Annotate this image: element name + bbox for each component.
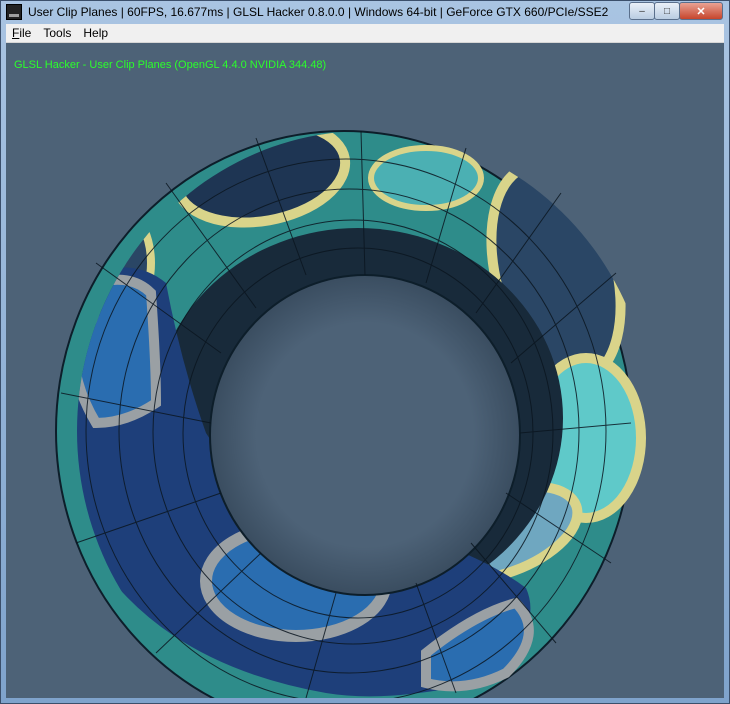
- close-button[interactable]: ✕: [679, 2, 723, 20]
- application-window: User Clip Planes | 60FPS, 16.677ms | GLS…: [0, 0, 730, 704]
- overlay-caption: GLSL Hacker - User Clip Planes (OpenGL 4…: [14, 59, 327, 71]
- window-controls: – □ ✕: [629, 2, 723, 20]
- menu-file[interactable]: File: [6, 26, 37, 40]
- window-title: User Clip Planes | 60FPS, 16.677ms | GLS…: [28, 5, 609, 19]
- torus-render: [55, 130, 646, 698]
- app-icon: [6, 4, 22, 20]
- torus-hole: [209, 274, 521, 596]
- maximize-button[interactable]: □: [654, 2, 680, 20]
- render-viewport[interactable]: GLSL Hacker - User Clip Planes (OpenGL 4…: [6, 43, 724, 698]
- title-bar[interactable]: User Clip Planes | 60FPS, 16.677ms | GLS…: [1, 1, 729, 23]
- menu-tools[interactable]: Tools: [37, 26, 77, 40]
- menu-bar: File Tools Help: [6, 24, 724, 43]
- menu-help[interactable]: Help: [77, 26, 114, 40]
- minimize-button[interactable]: –: [629, 2, 655, 20]
